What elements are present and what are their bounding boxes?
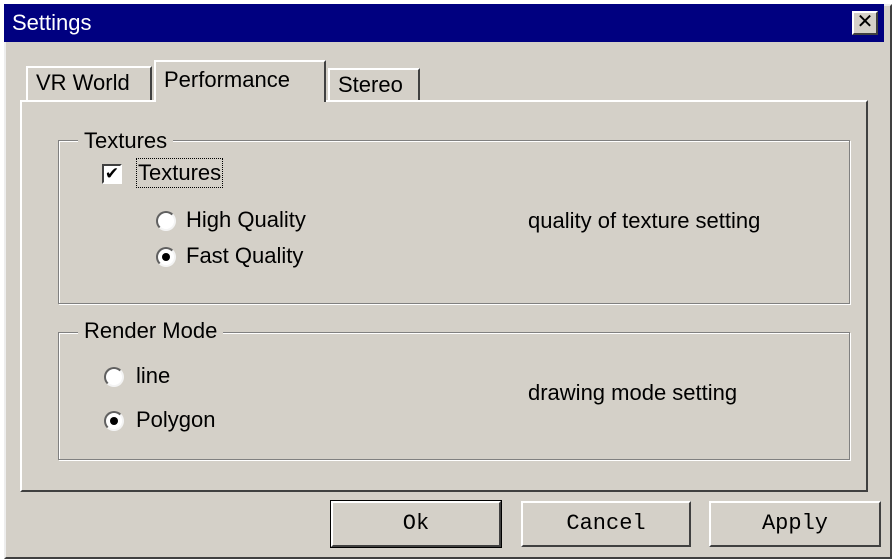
high-quality-label[interactable]: High Quality [186,207,306,233]
tab-label: VR World [36,70,130,95]
tab-stereo[interactable]: Stereo [328,68,420,102]
texture-quality-description: quality of texture setting [528,208,761,233]
ok-button-label: Ok [402,511,430,536]
line-label[interactable]: line [136,363,170,389]
polygon-radio[interactable] [104,411,124,431]
check-mark-icon: ✔ [104,164,120,183]
radio-selected-dot [162,253,170,261]
line-radio[interactable] [104,367,124,387]
high-quality-radio[interactable] [156,211,176,231]
render-mode-group-title: Render Mode [78,318,224,344]
fast-quality-label[interactable]: Fast Quality [186,243,303,269]
title-bar[interactable]: Settings ✕ [4,4,884,42]
close-button[interactable]: ✕ [852,11,878,35]
apply-button-label: Apply [761,511,828,536]
textures-group-title: Textures [78,128,174,154]
textures-checkbox[interactable]: ✔ [102,164,122,184]
polygon-label[interactable]: Polygon [136,407,216,433]
cancel-button-label: Cancel [566,511,646,536]
tab-vr-world[interactable]: VR World [26,66,152,100]
ok-button[interactable]: Ok [330,500,502,548]
radio-selected-dot [110,417,118,425]
textures-checkbox-label[interactable]: Textures [135,158,224,188]
tab-performance[interactable]: Performance [154,60,326,102]
window-title: Settings [12,10,92,35]
close-icon: ✕ [856,11,874,33]
tab-label: Stereo [338,72,403,97]
cancel-button[interactable]: Cancel [521,501,691,547]
drawing-mode-description: drawing mode setting [528,380,738,405]
apply-button[interactable]: Apply [709,501,881,547]
fast-quality-radio[interactable] [156,247,176,267]
tab-label: Performance [164,67,290,92]
